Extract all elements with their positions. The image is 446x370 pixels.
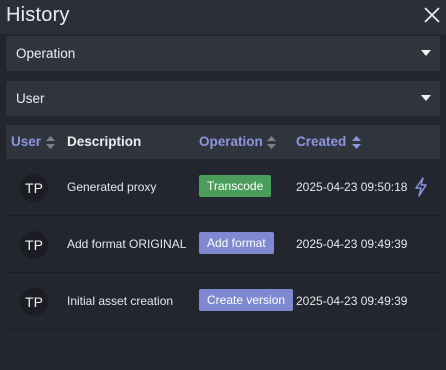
- panel-title: History: [6, 4, 70, 26]
- column-header-user[interactable]: User: [11, 134, 41, 149]
- row-created: 2025-04-23 09:49:39: [296, 294, 408, 308]
- operation-filter-label: Operation: [16, 46, 76, 61]
- table-row[interactable]: TP Add format ORIGINAL Add format 2025-0…: [6, 216, 440, 273]
- table-row[interactable]: TP Initial asset creation Create version…: [6, 273, 440, 330]
- row-description: Initial asset creation: [67, 294, 174, 308]
- operation-filter-select[interactable]: Operation: [6, 36, 440, 71]
- panel-header: History: [0, 0, 446, 34]
- row-description: Generated proxy: [67, 180, 157, 194]
- sort-icon[interactable]: [267, 136, 276, 149]
- avatar: TP: [20, 288, 48, 316]
- column-header-created[interactable]: Created: [296, 134, 346, 149]
- sort-icon[interactable]: [46, 136, 55, 149]
- row-created: 2025-04-23 09:50:18: [296, 180, 408, 194]
- sort-icon[interactable]: [352, 136, 361, 149]
- operation-badge: Transcode: [199, 175, 272, 197]
- user-filter-select[interactable]: User: [6, 81, 440, 116]
- operation-badge: Add format: [199, 232, 274, 254]
- column-header-operation[interactable]: Operation: [199, 134, 263, 149]
- column-header-description: Description: [67, 134, 142, 149]
- chevron-down-icon: [421, 50, 431, 56]
- chevron-down-icon: [421, 95, 431, 101]
- table-row[interactable]: TP Generated proxy Transcode 2025-04-23 …: [6, 159, 440, 216]
- row-description: Add format ORIGINAL: [67, 237, 187, 251]
- row-created: 2025-04-23 09:49:39: [296, 237, 408, 251]
- close-icon[interactable]: [422, 5, 442, 25]
- avatar: TP: [20, 231, 48, 259]
- avatar: TP: [20, 174, 48, 202]
- user-filter-label: User: [16, 91, 45, 106]
- operation-badge: Create version: [199, 289, 294, 311]
- table-header: User Description Operation Created: [6, 125, 440, 159]
- lightning-icon[interactable]: [414, 177, 428, 197]
